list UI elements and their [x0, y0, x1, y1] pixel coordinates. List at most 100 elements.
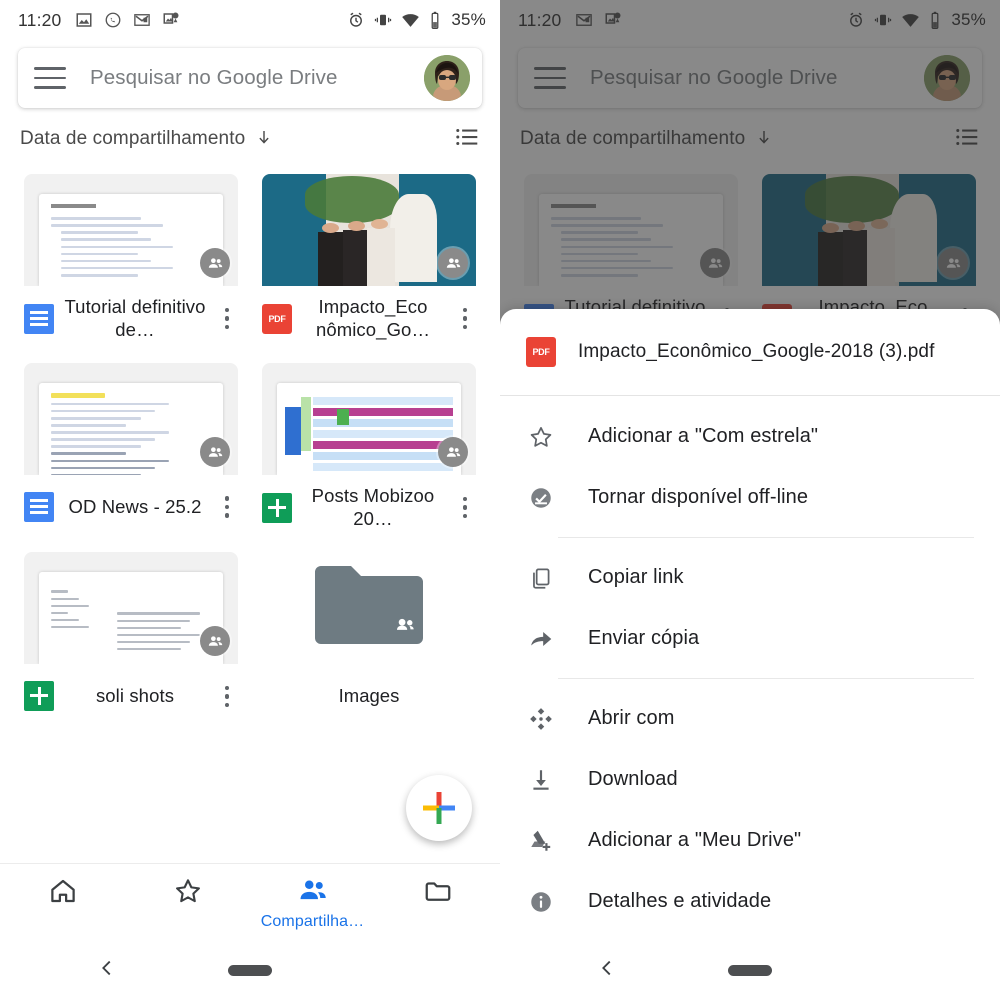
- menu-divider: [558, 678, 974, 679]
- back-chevron-icon[interactable]: [596, 957, 618, 984]
- sheets-icon: [262, 492, 292, 523]
- menu-item-copy-link[interactable]: Copiar link: [500, 547, 1000, 608]
- download-icon: [526, 767, 556, 793]
- nav-star[interactable]: [125, 876, 250, 911]
- file-thumbnail[interactable]: [24, 363, 238, 476]
- status-left-icons: [75, 11, 180, 29]
- document-thumbnail: [276, 383, 462, 476]
- add-to-drive-icon: [526, 828, 556, 854]
- photos-icon: [75, 11, 93, 29]
- folder-thumbnail[interactable]: [262, 552, 476, 664]
- file-name: Impacto_Eco nômico_Go…: [315, 296, 431, 340]
- search-input[interactable]: Pesquisar no Google Drive: [90, 66, 424, 90]
- file-overflow-button[interactable]: [216, 307, 238, 330]
- file-card[interactable]: Posts Mobizoo 20…: [262, 363, 476, 530]
- file-card[interactable]: soli shots: [24, 552, 238, 718]
- file-card[interactable]: Images: [262, 552, 476, 718]
- menu-item-label: Abrir com: [588, 707, 675, 729]
- menu-item-label: Copiar link: [588, 566, 684, 588]
- dual-screenshot: 11:20 35% Pesquisar no Google Drive Data…: [0, 0, 1000, 1001]
- file-name: OD News - 25.2: [68, 495, 202, 517]
- card-footer: soli shots: [24, 664, 238, 718]
- drive-shared-screen: 11:20 35% Pesquisar no Google Drive Data…: [0, 0, 500, 1001]
- maps-icon: [162, 11, 180, 29]
- shared-badge-icon: [200, 437, 230, 468]
- star-outline-icon: [526, 424, 556, 450]
- menu-item-download[interactable]: Download: [500, 749, 1000, 810]
- nav-label: Compartilha…: [260, 913, 365, 930]
- docs-icon: [24, 303, 54, 334]
- shared-badge-icon: [438, 437, 468, 468]
- file-thumbnail[interactable]: [24, 174, 238, 286]
- file-options-sheet: PDF Impacto_Econômico_Google-2018 (3).pd…: [500, 309, 1000, 1001]
- people-icon: [298, 876, 328, 911]
- sheets-icon: [24, 681, 54, 712]
- send-copy-icon: [526, 626, 556, 652]
- card-footer: Posts Mobizoo 20…: [262, 475, 476, 530]
- sort-row: Data de compartilhamento: [0, 112, 500, 166]
- menu-item-send-copy[interactable]: Enviar cópia: [500, 608, 1000, 669]
- menu-item-open-with[interactable]: Abrir com: [500, 688, 1000, 749]
- android-nav-bar: [0, 939, 500, 1001]
- wifi-icon: [401, 11, 420, 30]
- back-chevron-icon[interactable]: [96, 957, 118, 984]
- file-overflow-button[interactable]: [454, 496, 476, 519]
- alarm-icon: [347, 11, 365, 29]
- avatar[interactable]: [424, 55, 470, 101]
- home-pill[interactable]: [228, 964, 272, 976]
- file-thumbnail[interactable]: [262, 174, 476, 286]
- whatsapp-icon: [104, 11, 122, 29]
- menu-item-label: Tornar disponível off-line: [588, 486, 809, 508]
- hamburger-icon[interactable]: [34, 67, 66, 89]
- folder-icon: [315, 566, 423, 645]
- nav-folder[interactable]: [375, 876, 500, 911]
- menu-item-offline-check[interactable]: Tornar disponível off-line: [500, 467, 1000, 528]
- file-name: soli shots: [95, 684, 175, 706]
- vibrate-icon: [374, 11, 392, 29]
- open-with-icon: [526, 706, 556, 732]
- file-card[interactable]: PDF Impacto_Eco nômico_Go…: [262, 174, 476, 341]
- file-thumbnail[interactable]: [24, 552, 238, 665]
- sheet-file-name: Impacto_Econômico_Google-2018 (3).pdf: [578, 341, 935, 362]
- menu-item-details-info[interactable]: Detalhes e atividade: [500, 871, 1000, 932]
- sort-label[interactable]: Data de compartilhamento: [20, 128, 245, 150]
- file-card[interactable]: OD News - 25.2: [24, 363, 238, 530]
- file-grid: Tutorial definitivo de… PDF Impacto_Eco nô…: [0, 166, 500, 718]
- list-view-icon[interactable]: [454, 124, 480, 155]
- card-footer: Images: [262, 664, 476, 718]
- file-overflow-button[interactable]: [454, 307, 476, 330]
- file-card[interactable]: Tutorial definitivo de…: [24, 174, 238, 341]
- menu-item-star-outline[interactable]: Adicionar a "Com estrela": [500, 406, 1000, 467]
- card-footer: Tutorial definitivo de…: [24, 286, 238, 341]
- document-thumbnail: [38, 194, 224, 286]
- file-overflow-button[interactable]: [216, 496, 238, 518]
- status-time: 11:20: [18, 9, 62, 30]
- shared-badge-icon: [200, 248, 230, 278]
- menu-item-label: Download: [588, 768, 678, 790]
- nav-people[interactable]: Compartilha…: [250, 876, 375, 931]
- shared-badge-icon: [200, 626, 230, 657]
- shared-badge-icon: [438, 248, 468, 278]
- menu-item-label: Adicionar a "Meu Drive": [588, 829, 802, 851]
- document-thumbnail: [38, 383, 224, 476]
- file-thumbnail[interactable]: [262, 363, 476, 476]
- create-fab-button[interactable]: [406, 775, 472, 841]
- file-overflow-button[interactable]: [216, 685, 238, 707]
- arrow-down-icon[interactable]: [255, 128, 273, 151]
- document-thumbnail: [38, 572, 224, 665]
- pdf-icon: PDF: [262, 303, 292, 334]
- details-info-icon: [526, 889, 556, 915]
- home-pill[interactable]: [728, 964, 772, 976]
- nav-home[interactable]: [0, 876, 125, 911]
- menu-item-label: Adicionar a "Com estrela": [588, 425, 819, 447]
- docs-icon: [24, 492, 54, 523]
- options-menu: Adicionar a "Com estrela" Tornar disponív…: [500, 396, 1000, 932]
- file-name: Images: [338, 685, 400, 707]
- menu-item-add-to-drive[interactable]: Adicionar a "Meu Drive": [500, 810, 1000, 871]
- search-bar-container: Pesquisar no Google Drive: [0, 40, 500, 108]
- file-name: Tutorial definitivo de…: [64, 296, 206, 340]
- status-bar: 11:20 35%: [0, 0, 500, 40]
- home-icon: [48, 876, 78, 911]
- search-bar[interactable]: Pesquisar no Google Drive: [18, 48, 482, 108]
- status-right-icons: 35%: [347, 10, 486, 30]
